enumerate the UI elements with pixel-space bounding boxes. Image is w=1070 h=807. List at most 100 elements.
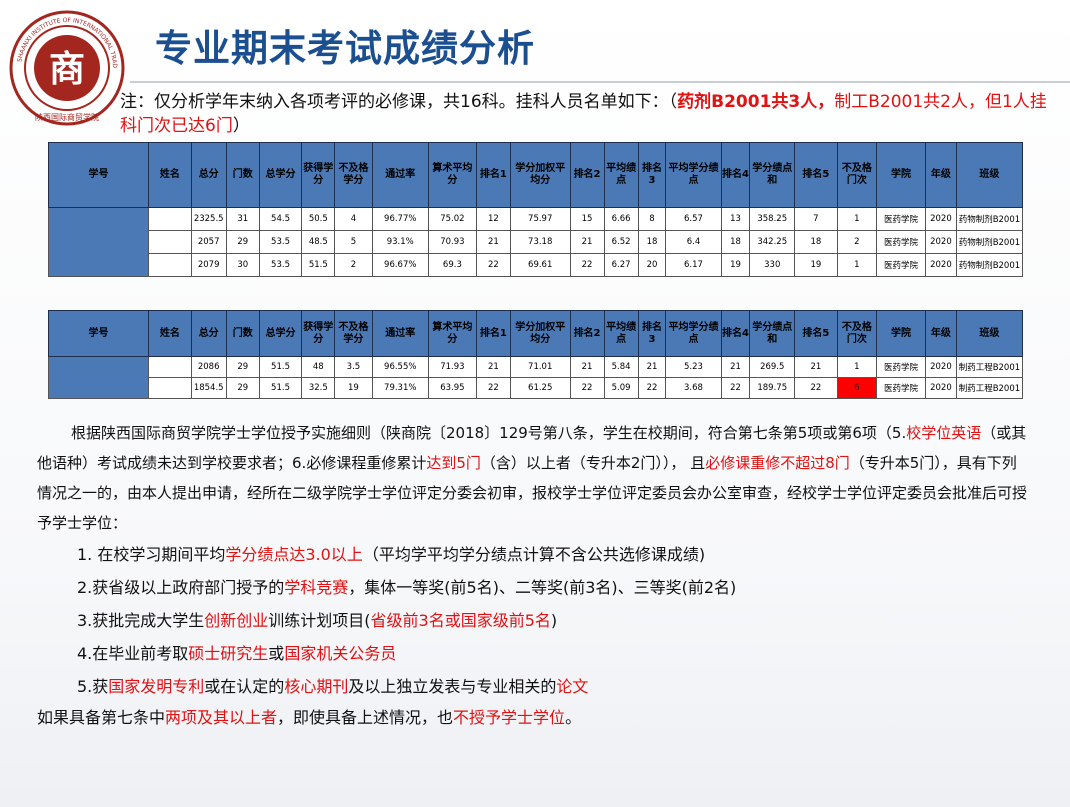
rules-highlight: 达到5门	[426, 454, 481, 472]
column-header: 不及格学分	[334, 310, 373, 357]
table-cell: 22	[720, 377, 751, 399]
column-header: 学号	[47, 142, 150, 208]
column-header: 平均学分绩点	[665, 310, 722, 357]
table-cell: 18	[637, 230, 667, 254]
table-cell: 20	[637, 253, 667, 277]
rules-highlight: 两项及其以上者	[165, 708, 278, 727]
column-header: 班级	[955, 310, 1024, 357]
table-cell: 19	[334, 377, 373, 399]
table-cell: 342.25	[749, 230, 796, 254]
table-cell: 71.01	[509, 356, 571, 378]
rules-highlight: 省级前3名或国家级前5名	[370, 611, 551, 630]
rules-highlight: 不授予学士学位	[453, 708, 566, 727]
table-cell: 6.66	[603, 207, 639, 231]
table-cell: 22	[794, 377, 838, 399]
column-header: 学号	[47, 310, 150, 357]
table-cell: 2325.5	[190, 207, 227, 231]
table-cell: 22	[475, 253, 511, 277]
table-cell: 31	[225, 207, 260, 231]
table-cell: 93.1%	[371, 230, 429, 254]
table-cell: 50.5	[301, 207, 336, 231]
table-cell: 5.23	[665, 356, 722, 378]
table-cell: 6.4	[665, 230, 722, 254]
table-cell: 1	[836, 207, 878, 231]
note-highlight-1: 药剂B2001共3人，	[677, 92, 835, 112]
column-header: 排名4	[720, 310, 751, 357]
table-cell: 21	[475, 356, 511, 378]
table-cell: 96.67%	[371, 253, 429, 277]
table-cell: 3.5	[334, 356, 373, 378]
table-cell: 药物制剂B2001	[955, 253, 1024, 277]
column-header: 年级	[925, 310, 957, 357]
column-header: 门数	[225, 310, 260, 357]
table-row: 2057 29 53.5 48.5 5 93.1% 70.93 21 73.18 21 6.52 18…	[49, 230, 1024, 254]
rule-item-1: 1. 在校学习期间平均学分绩点达3.0以上（平均学平均学分绩点计算不含公共选修课…	[37, 538, 1027, 571]
table-cell: 22	[569, 253, 605, 277]
column-header: 平均绩点	[603, 310, 639, 357]
column-header: 不及格门次	[836, 142, 878, 208]
table-cell: 21	[794, 356, 838, 378]
table-cell: 医药学院	[876, 377, 926, 399]
table-cell	[148, 207, 192, 231]
table-cell: 6.17	[665, 253, 722, 277]
table-cell: 189.75	[749, 377, 796, 399]
column-header: 年级	[925, 142, 957, 208]
table-cell: 51.5	[301, 253, 336, 277]
table-cell: 22	[569, 377, 605, 399]
column-header: 学院	[876, 142, 926, 208]
table-cell: 6.52	[603, 230, 639, 254]
table-cell	[148, 253, 192, 277]
rules-text: 2.获省级以上政府部门授予的	[77, 578, 285, 597]
column-header: 排名1	[475, 310, 511, 357]
table-cell: 制药工程B2001	[955, 377, 1024, 399]
column-header: 算术平均分	[427, 310, 477, 357]
table-row: 2079 30 53.5 51.5 2 96.67% 69.3 22 69.61 22 6.27 20…	[49, 253, 1024, 277]
rules-highlight: 学分绩点达3.0以上	[225, 545, 363, 564]
column-header: 姓名	[148, 142, 192, 208]
rules-text: 或在认定的	[204, 677, 285, 696]
table-cell: 2020	[925, 356, 957, 378]
table-cell: 2	[334, 253, 373, 277]
rules-text: （平均学平均学分绩点计算不含公共选修课成绩)	[362, 545, 706, 564]
rules-text: ，集体一等奖(前5名)、二等奖(前3名)、三等奖(前2名)	[348, 578, 737, 597]
table-cell: 2057	[190, 230, 227, 254]
table-cell: 21	[637, 356, 667, 378]
column-header: 排名4	[720, 142, 751, 208]
rules-highlight: 创新创业	[204, 611, 269, 630]
grades-table-pharmacy: 学号 姓名 总分 门数 总学分 获得学分 不及格学分 通过率 算术平均分 排名1 学分加权平均分 排名…	[47, 142, 1024, 277]
rules-highlight: 硕士研究生	[188, 644, 269, 663]
table-cell: 3.68	[665, 377, 722, 399]
column-header: 学分加权平均分	[509, 310, 571, 357]
table-cell: 75.97	[509, 207, 571, 231]
table-cell: 2020	[925, 207, 957, 231]
column-header: 学院	[876, 310, 926, 357]
table-cell: 2020	[925, 377, 957, 399]
table-cell: 96.77%	[371, 207, 429, 231]
table-cell: 22	[475, 377, 511, 399]
table-cell: 22	[637, 377, 667, 399]
column-header: 学分绩点和	[749, 310, 796, 357]
table-cell: 18	[794, 230, 838, 254]
table-cell: 75.02	[427, 207, 477, 231]
table-cell: 2	[836, 230, 878, 254]
table-cell: 51.5	[258, 356, 303, 378]
table-cell: 21	[569, 230, 605, 254]
column-header: 姓名	[148, 310, 192, 357]
table-cell: 医药学院	[876, 253, 926, 277]
table-cell: 医药学院	[876, 356, 926, 378]
column-header: 门数	[225, 142, 260, 208]
seal-char: 商	[49, 48, 85, 90]
table-row: 2086 29 51.5 48 3.5 96.55% 71.93 21 71.01 21 5.84 2…	[47, 356, 1024, 399]
table-cell: 2020	[925, 230, 957, 254]
table-cell: 69.61	[509, 253, 571, 277]
table-cell: 2020	[925, 253, 957, 277]
table-cell: 1	[836, 253, 878, 277]
table-header-row: 学号 姓名 总分 门数 总学分 获得学分 不及格学分 通过率 算术平均分 排名1 学分加权平均分 排名…	[47, 310, 1024, 357]
column-header: 排名5	[794, 310, 838, 357]
rules-highlight: 国家机关公务员	[284, 644, 397, 663]
redacted-student-ids	[47, 207, 150, 277]
column-header: 不及格门次	[836, 310, 878, 357]
table-row: 1854.5 29 51.5 32.5 19 79.31% 63.95 22 61.25 22 5.…	[49, 377, 1024, 399]
table-cell: 19	[794, 253, 838, 277]
column-header: 通过率	[371, 310, 429, 357]
